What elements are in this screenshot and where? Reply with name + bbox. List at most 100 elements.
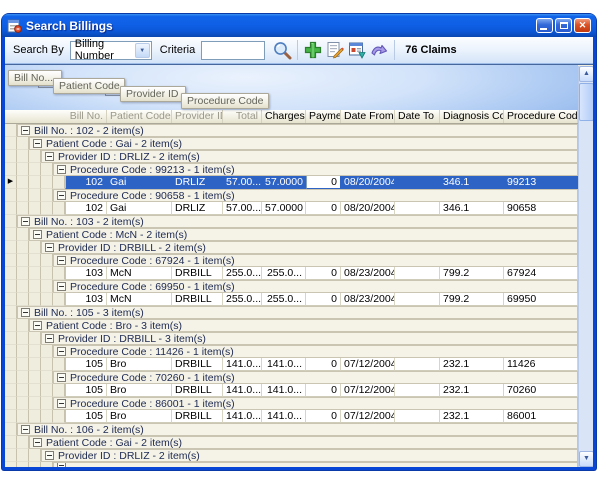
collapse-icon[interactable]	[21, 308, 30, 317]
collapse-icon[interactable]	[57, 191, 66, 200]
cell-total[interactable]: 141.0...	[223, 410, 262, 423]
cell-procedure-code[interactable]: 70260	[504, 384, 578, 397]
cell-charges[interactable]: 141.0...	[262, 358, 306, 371]
collapse-icon[interactable]	[21, 126, 30, 135]
cell-payme[interactable]: 0	[306, 358, 341, 371]
cell-provider-id[interactable]: DRBILL	[172, 410, 223, 423]
cell-patient-code[interactable]: Gai	[107, 176, 172, 189]
cell-procedure-code[interactable]: 86001	[504, 410, 578, 423]
maximize-button[interactable]	[555, 18, 572, 33]
cell-provider-id[interactable]: DRBILL	[172, 293, 223, 306]
column-header-diagnosis-code[interactable]: Diagnosis Code	[440, 110, 504, 123]
titlebar[interactable]: Search Billings ✕	[2, 14, 596, 37]
cell-diagnosis-code[interactable]: 799.2	[440, 293, 504, 306]
cell-bill-no[interactable]: 103	[65, 293, 107, 306]
cell-date-from[interactable]: 08/23/2004	[341, 293, 395, 306]
group-row-box[interactable]: Procedure Code : 67924 - 1 item(s)	[53, 254, 578, 267]
collapse-icon[interactable]	[57, 256, 66, 265]
group-row-box[interactable]: Provider ID : DRLIZ - 2 item(s)	[41, 449, 578, 462]
group-row-box[interactable]	[53, 462, 578, 467]
claim-details-button[interactable]	[346, 39, 368, 61]
cell-charges[interactable]: 141.0...	[262, 410, 306, 423]
cell-procedure-code[interactable]: 69950	[504, 293, 578, 306]
group-row-box[interactable]: Provider ID : DRLIZ - 2 item(s)	[41, 150, 578, 163]
cell-patient-code[interactable]: Bro	[107, 384, 172, 397]
cell-charges[interactable]: 57.0000	[262, 176, 306, 189]
vertical-scrollbar[interactable]: ▲ ▼	[578, 66, 593, 467]
collapse-icon[interactable]	[45, 152, 54, 161]
scrollbar-thumb[interactable]	[579, 83, 593, 121]
column-header-date-from[interactable]: Date From	[341, 110, 395, 123]
cell-patient-code[interactable]: McN	[107, 293, 172, 306]
cell-charges[interactable]: 255.0...	[262, 293, 306, 306]
column-header-charges[interactable]: Charges	[262, 110, 306, 123]
cell-bill-no[interactable]: 105	[65, 410, 107, 423]
group-row-box[interactable]: Procedure Code : 86001 - 1 item(s)	[53, 397, 578, 410]
group-row-box[interactable]: Bill No. : 103 - 2 item(s)	[17, 215, 578, 228]
collapse-icon[interactable]	[21, 217, 30, 226]
cell-provider-id[interactable]: DRLIZ	[172, 176, 223, 189]
collapse-icon[interactable]	[45, 334, 54, 343]
add-claim-button[interactable]	[302, 39, 324, 61]
cell-provider-id[interactable]: DRBILL	[172, 267, 223, 280]
cell-diagnosis-code[interactable]: 232.1	[440, 358, 504, 371]
cell-payme[interactable]: 0	[306, 293, 341, 306]
group-chip-provider-id[interactable]: Provider ID	[120, 86, 186, 102]
collapse-icon[interactable]	[57, 462, 66, 467]
cell-bill-no[interactable]: 103	[65, 267, 107, 280]
cell-date-to[interactable]	[395, 410, 440, 423]
cell-date-from[interactable]: 08/20/2004	[341, 176, 395, 189]
cell-diagnosis-code[interactable]: 346.1	[440, 176, 504, 189]
group-row-box[interactable]: Procedure Code : 99213 - 1 item(s)	[53, 163, 578, 176]
column-header-total[interactable]: Total	[223, 110, 262, 123]
cell-provider-id[interactable]: DRBILL	[172, 384, 223, 397]
search-button[interactable]	[271, 39, 293, 61]
cell-date-from[interactable]: 07/12/2004	[341, 358, 395, 371]
group-row-box[interactable]: Provider ID : DRBILL - 3 item(s)	[41, 332, 578, 345]
cell-procedure-code[interactable]: 99213	[504, 176, 578, 189]
cell-patient-code[interactable]: Bro	[107, 410, 172, 423]
cell-provider-id[interactable]: DRLIZ	[172, 202, 223, 215]
cell-bill-no[interactable]: 105	[65, 384, 107, 397]
cell-date-from[interactable]: 07/12/2004	[341, 410, 395, 423]
collapse-icon[interactable]	[33, 139, 42, 148]
group-row-box[interactable]: Patient Code : Gai - 2 item(s)	[29, 436, 578, 449]
cell-total[interactable]: 141.0...	[223, 384, 262, 397]
collapse-icon[interactable]	[57, 165, 66, 174]
cell-procedure-code[interactable]: 67924	[504, 267, 578, 280]
chevron-down-icon[interactable]: ▼	[135, 43, 150, 58]
cell-diagnosis-code[interactable]: 232.1	[440, 410, 504, 423]
cell-date-to[interactable]	[395, 358, 440, 371]
collapse-icon[interactable]	[57, 399, 66, 408]
cell-procedure-code[interactable]: 11426	[504, 358, 578, 371]
cell-date-to[interactable]	[395, 202, 440, 215]
cell-diagnosis-code[interactable]: 232.1	[440, 384, 504, 397]
column-header-provider-id[interactable]: Provider ID	[172, 110, 223, 123]
search-by-combo[interactable]: Billing Number ▼	[70, 41, 152, 60]
cell-diagnosis-code[interactable]: 346.1	[440, 202, 504, 215]
cell-payme[interactable]: 0	[306, 267, 341, 280]
cell-bill-no[interactable]: 105	[65, 358, 107, 371]
group-row-box[interactable]: Patient Code : McN - 2 item(s)	[29, 228, 578, 241]
cell-patient-code[interactable]: Gai	[107, 202, 172, 215]
cell-date-to[interactable]	[395, 176, 440, 189]
group-row-box[interactable]: Bill No. : 105 - 3 item(s)	[17, 306, 578, 319]
cell-bill-no[interactable]: 102	[65, 176, 107, 189]
cell-date-from[interactable]: 08/23/2004	[341, 267, 395, 280]
cell-patient-code[interactable]: McN	[107, 267, 172, 280]
cell-charges[interactable]: 255.0...	[262, 267, 306, 280]
cell-payme[interactable]: 0	[306, 384, 341, 397]
column-header-payme[interactable]: Payme...	[306, 110, 341, 123]
cell-procedure-code[interactable]: 90658	[504, 202, 578, 215]
collapse-icon[interactable]	[33, 230, 42, 239]
cell-date-to[interactable]	[395, 384, 440, 397]
cell-provider-id[interactable]: DRBILL	[172, 358, 223, 371]
collapse-icon[interactable]	[45, 451, 54, 460]
group-row-box[interactable]: Patient Code : Gai - 2 item(s)	[29, 137, 578, 150]
cell-total[interactable]: 57.00...	[223, 202, 262, 215]
group-row-box[interactable]: Procedure Code : 70260 - 1 item(s)	[53, 371, 578, 384]
group-row-box[interactable]: Bill No. : 102 - 2 item(s)	[17, 124, 578, 137]
cell-diagnosis-code[interactable]: 799.2	[440, 267, 504, 280]
cell-date-to[interactable]	[395, 267, 440, 280]
cell-date-from[interactable]: 08/20/2004	[341, 202, 395, 215]
